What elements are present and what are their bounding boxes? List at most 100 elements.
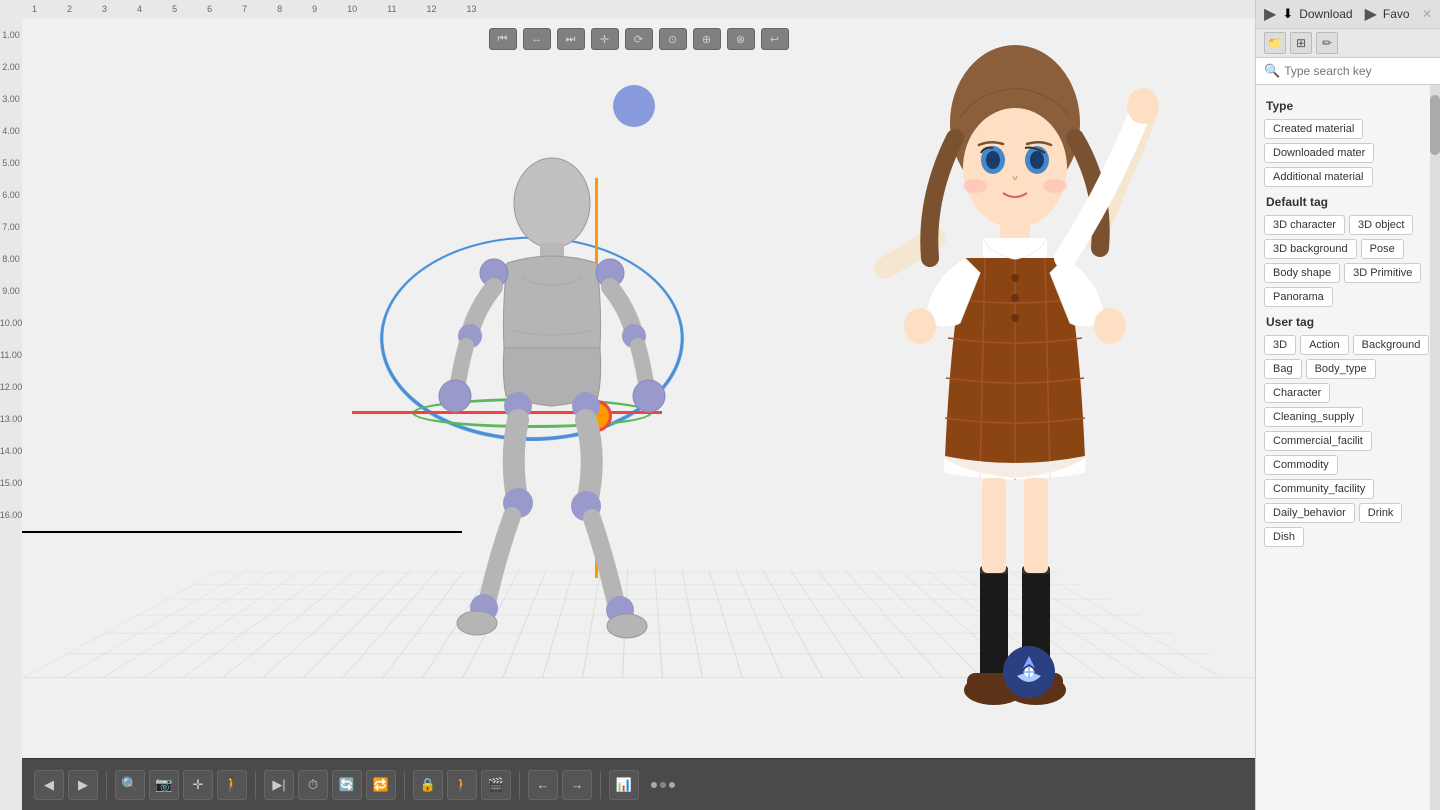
tag-body-type[interactable]: Body_type — [1306, 359, 1376, 379]
ruler-top-mark: 6 — [207, 4, 212, 14]
ruler-mark: 9.00 — [2, 286, 20, 296]
tag-commercial-facilit[interactable]: Commercial_facilit — [1264, 431, 1372, 451]
tag-3d-primitive[interactable]: 3D Primitive — [1344, 263, 1421, 283]
viewport-container: 1 2 3 4 5 6 7 8 9 10 11 12 13 ⏮ ↔ ⏭ ✛ ⟳ … — [22, 0, 1255, 810]
tag-pose[interactable]: Pose — [1361, 239, 1404, 259]
mannequin-figure[interactable] — [422, 148, 682, 748]
ruler-top-mark: 3 — [102, 4, 107, 14]
left-btn[interactable]: ← — [528, 770, 558, 800]
toolbar-next-btn[interactable]: ⏭ — [557, 28, 585, 50]
favo-label[interactable]: Favo — [1383, 7, 1410, 21]
ruler-top-mark: 5 — [172, 4, 177, 14]
ruler-top: 1 2 3 4 5 6 7 8 9 10 11 12 13 — [22, 0, 1255, 18]
tag-cleaning-supply[interactable]: Cleaning_supply — [1264, 407, 1363, 427]
toolbar-top: ⏮ ↔ ⏭ ✛ ⟳ ⊙ ⊕ ⊗ ↩ — [489, 28, 789, 50]
record-btn[interactable]: 🎬 — [481, 770, 511, 800]
tag-background[interactable]: Background — [1353, 335, 1430, 355]
ruler-top-mark: 8 — [277, 4, 282, 14]
tag-3d-character[interactable]: 3D character — [1264, 215, 1345, 235]
toolbar-move-btn[interactable]: ⏮ — [489, 28, 517, 50]
viewport-divider — [22, 531, 462, 533]
edit-icon-btn[interactable]: ✏ — [1316, 32, 1338, 54]
tag-commodity[interactable]: Commodity — [1264, 455, 1338, 475]
loop-btn[interactable]: 🔁 — [366, 770, 396, 800]
ruler-mark: 1.00 — [2, 30, 20, 40]
prev-frame-btn[interactable]: ◀ — [34, 770, 64, 800]
default-tag-label: Default tag — [1266, 195, 1430, 209]
ruler-top-mark: 11 — [387, 4, 396, 14]
created-material-tag[interactable]: Created material — [1264, 119, 1363, 139]
figure-btn[interactable]: 🚶 — [447, 770, 477, 800]
search-input[interactable] — [1284, 64, 1432, 78]
downloaded-material-tag[interactable]: Downloaded mater — [1264, 143, 1374, 163]
next-frame-btn[interactable]: ▶ — [68, 770, 98, 800]
tag-daily-behavior[interactable]: Daily_behavior — [1264, 503, 1355, 523]
ruler-mark: 11.00 — [0, 350, 22, 360]
user-tag-label: User tag — [1266, 315, 1430, 329]
ruler-top-mark: 10 — [347, 4, 357, 14]
ruler-mark: 4.00 — [2, 126, 20, 136]
tag-action[interactable]: Action — [1300, 335, 1349, 355]
tag-character[interactable]: Character — [1264, 383, 1330, 403]
tag-drink[interactable]: Drink — [1359, 503, 1403, 523]
toolbar-x-btn[interactable]: ⊗ — [727, 28, 755, 50]
ruler-left: 1.00 2.00 3.00 4.00 5.00 6.00 7.00 8.00 … — [0, 0, 22, 810]
tag-dish[interactable]: Dish — [1264, 527, 1304, 547]
ruler-mark: 13.00 — [0, 414, 22, 424]
rotate-btn[interactable]: 🔄 — [332, 770, 362, 800]
walk-btn[interactable]: 🚶 — [217, 770, 247, 800]
camera-btn[interactable]: 📷 — [149, 770, 179, 800]
toolbar-undo-btn[interactable]: ↩ — [761, 28, 789, 50]
toolbar-rotate-btn[interactable]: ⟳ — [625, 28, 653, 50]
ruler-top-mark: 7 — [242, 4, 247, 14]
download-label[interactable]: Download — [1299, 7, 1352, 21]
toolbar-sep-3 — [404, 771, 405, 799]
ruler-mark: 12.00 — [0, 382, 22, 392]
tag-bag[interactable]: Bag — [1264, 359, 1302, 379]
type-section-label: Type — [1266, 99, 1430, 113]
tag-3d-user[interactable]: 3D — [1264, 335, 1296, 355]
tag-3d-background[interactable]: 3D background — [1264, 239, 1357, 259]
download-icon: ⬇ — [1282, 6, 1293, 22]
viewport[interactable]: ⏮ ↔ ⏭ ✛ ⟳ ⊙ ⊕ ⊗ ↩ — [22, 18, 1255, 758]
tag-panorama[interactable]: Panorama — [1264, 287, 1333, 307]
ruler-mark: 15.00 — [0, 478, 22, 488]
watermark-logo — [1003, 646, 1055, 698]
toolbar-plus-btn[interactable]: ⊕ — [693, 28, 721, 50]
panel-top-bar: ▶ ⬇ Download ▶ Favo ✕ — [1256, 0, 1440, 29]
chart-btn[interactable]: 📊 — [609, 770, 639, 800]
toolbar-sep-5 — [600, 771, 601, 799]
ruler-mark: 3.00 — [2, 94, 20, 104]
search-bar: 🔍 — [1256, 58, 1440, 85]
scrollbar[interactable] — [1430, 85, 1440, 810]
panel-content[interactable]: Type Created material Downloaded mater A… — [1256, 85, 1440, 810]
toolbar-cross-btn[interactable]: ✛ — [591, 28, 619, 50]
ruler-mark: 7.00 — [2, 222, 20, 232]
lock-btn[interactable]: 🔒 — [413, 770, 443, 800]
tag-3d-object[interactable]: 3D object — [1349, 215, 1413, 235]
ruler-mark: 14.00 — [0, 446, 22, 456]
ruler-top-mark: 4 — [137, 4, 142, 14]
scrollbar-thumb[interactable] — [1430, 95, 1440, 155]
crosshair-btn[interactable]: ✛ — [183, 770, 213, 800]
search-view-btn[interactable]: 🔍 — [115, 770, 145, 800]
right-btn[interactable]: → — [562, 770, 592, 800]
tag-body-shape[interactable]: Body shape — [1264, 263, 1340, 283]
download-arrow-icon: ▶ — [1264, 4, 1276, 24]
tag-community-facility[interactable]: Community_facility — [1264, 479, 1374, 499]
ruler-mark: 10.00 — [0, 318, 22, 328]
toolbar-sep-1 — [106, 771, 107, 799]
additional-material-tag[interactable]: Additional material — [1264, 167, 1373, 187]
close-icon[interactable]: ✕ — [1422, 7, 1432, 21]
type-tags-row: Created material Downloaded mater Additi… — [1262, 117, 1434, 189]
ruler-top-mark: 9 — [312, 4, 317, 14]
play-next-btn[interactable]: ▶| — [264, 770, 294, 800]
timer-btn[interactable]: ⏱ — [298, 770, 328, 800]
right-panel: ▶ ⬇ Download ▶ Favo ✕ 📁 ⊞ ✏ 🔍 Type Creat… — [1255, 0, 1440, 810]
grid-icon-btn[interactable]: ⊞ — [1290, 32, 1312, 54]
toolbar-circle-btn[interactable]: ⊙ — [659, 28, 687, 50]
folder-icon-btn[interactable]: 📁 — [1264, 32, 1286, 54]
indicator-dot — [660, 782, 666, 788]
indicator-dot — [669, 782, 675, 788]
toolbar-scale-btn[interactable]: ↔ — [523, 28, 551, 50]
